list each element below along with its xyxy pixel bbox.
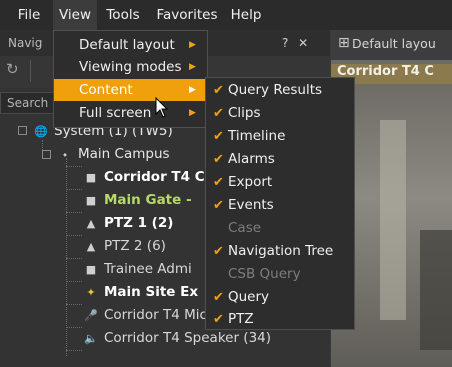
refresh-icon[interactable]: ↻ — [6, 60, 19, 78]
camera-icon: ■ — [85, 263, 97, 276]
tree-item-ptz[interactable]: ▲ PTZ 2 (6) — [84, 235, 166, 257]
map-icon: ✦ — [86, 286, 96, 299]
speaker-icon: 🔈 — [84, 332, 98, 345]
grid-layout-icon: ⊞ — [338, 35, 350, 51]
navigation-pane-title: Navig — [8, 36, 43, 50]
tree-guide — [66, 258, 82, 259]
toolbar-divider — [30, 60, 31, 82]
menu-item-label: Query Results — [228, 82, 323, 98]
menu-help[interactable]: Help — [226, 0, 266, 30]
content-item-query[interactable]: ✔ Query — [206, 286, 354, 309]
menu-item-label: Navigation Tree — [228, 243, 334, 259]
checkmark-icon: ✔ — [213, 290, 224, 305]
content-item-query-results[interactable]: ✔ Query Results — [206, 79, 354, 102]
tree-guide — [66, 212, 82, 213]
collapse-icon[interactable] — [18, 126, 27, 135]
menu-item-label: Query — [228, 289, 270, 305]
tree-guide — [66, 350, 82, 351]
view-menu-item-viewing-modes[interactable]: Viewing modes ▶ — [54, 56, 207, 78]
content-item-ptz[interactable]: ✔ PTZ — [206, 308, 354, 331]
menu-item-label: Events — [228, 197, 274, 213]
menu-item-label: Default layout — [79, 37, 175, 53]
content-item-csb-query: CSB Query — [206, 263, 354, 286]
tree-item-map[interactable]: ✦ Main Site Ex — [84, 281, 198, 303]
menu-item-label: Timeline — [228, 128, 286, 144]
tab-default-layout[interactable]: Default layou — [352, 36, 436, 51]
menu-item-label: Export — [228, 174, 273, 190]
menu-item-label: Viewing modes — [79, 59, 182, 75]
tree-guide — [66, 166, 82, 167]
checkmark-icon: ✔ — [213, 312, 224, 327]
checkmark-icon: ✔ — [213, 244, 224, 259]
content-item-case: Case — [206, 217, 354, 240]
camera-icon: ■ — [85, 194, 97, 207]
tree-item-ptz[interactable]: ▲ PTZ 1 (2) — [84, 212, 174, 234]
submenu-arrow-icon: ▶ — [189, 62, 196, 72]
submenu-arrow-icon: ▶ — [189, 40, 196, 50]
view-menu-dropdown: Default layout ▶ Viewing modes ▶ Content… — [53, 30, 208, 128]
tree-guide — [66, 327, 82, 328]
tree-item-site[interactable]: ⬩ Main Campus — [58, 143, 170, 165]
tree-item-camera[interactable]: ■ Corridor T4 C — [84, 166, 205, 188]
menu-item-label: Content — [79, 82, 133, 98]
tree-item-label: PTZ 1 (2) — [104, 215, 174, 231]
content-item-export[interactable]: ✔ Export — [206, 171, 354, 194]
tree-guide — [66, 235, 82, 236]
video-image-detail — [420, 230, 452, 350]
microphone-icon: 🎤 — [84, 309, 98, 322]
checkmark-icon: ✔ — [213, 198, 224, 213]
network-icon: ⬩ — [63, 148, 67, 161]
view-menu-item-full-screen[interactable]: Full screen ▶ — [54, 102, 207, 124]
content-item-navigation-tree[interactable]: ✔ Navigation Tree — [206, 240, 354, 263]
content-submenu: ✔ Query Results ✔ Clips ✔ Timeline ✔ Ala… — [205, 77, 355, 330]
content-item-alarms[interactable]: ✔ Alarms — [206, 148, 354, 171]
ptz-camera-icon: ▲ — [86, 240, 96, 253]
content-item-timeline[interactable]: ✔ Timeline — [206, 125, 354, 148]
menu-view[interactable]: View — [53, 0, 97, 30]
view-menu-item-content[interactable]: Content ▶ — [54, 79, 207, 101]
menu-item-label: Clips — [228, 105, 261, 121]
pane-actions[interactable]: ? ✕ — [282, 36, 311, 50]
submenu-arrow-icon: ▶ — [189, 108, 196, 118]
checkmark-icon: ✔ — [213, 83, 224, 98]
menu-tools[interactable]: Tools — [100, 0, 146, 30]
collapse-icon[interactable] — [42, 150, 51, 159]
menu-item-label: Case — [228, 220, 262, 236]
menu-item-label: PTZ — [228, 311, 254, 327]
tree-guide — [66, 304, 82, 305]
view-menu-item-default-layout[interactable]: Default layout ▶ — [54, 34, 207, 56]
mouse-cursor-icon — [155, 97, 169, 118]
content-item-clips[interactable]: ✔ Clips — [206, 102, 354, 125]
tree-item-label: Main Campus — [78, 146, 170, 162]
menu-item-label: CSB Query — [228, 266, 301, 282]
tree-item-label: Corridor T4 C — [104, 169, 205, 185]
submenu-arrow-icon: ▶ — [189, 85, 196, 95]
tree-item-camera[interactable]: ■ Trainee Admi — [84, 258, 192, 280]
globe-icon: 🌐 — [34, 125, 48, 138]
tree-item-label: Main Gate - — [104, 192, 192, 208]
menu-item-label: Alarms — [228, 151, 275, 167]
tree-item-label: Main Site Ex — [104, 284, 199, 300]
tree-item-camera[interactable]: ■ Main Gate - — [84, 189, 192, 211]
content-item-events[interactable]: ✔ Events — [206, 194, 354, 217]
camera-icon: ■ — [85, 171, 97, 184]
menu-file[interactable]: File — [10, 0, 48, 30]
tree-item-label: PTZ 2 (6) — [104, 238, 166, 254]
tree-item-label: Corridor T4 Speaker (34) — [104, 330, 272, 346]
tree-item-label: Trainee Admi — [104, 261, 192, 277]
menu-bar: File View Tools Favorites Help — [0, 0, 452, 30]
ptz-camera-icon: ▲ — [86, 217, 96, 230]
tree-guide — [66, 281, 82, 282]
tree-guide — [66, 189, 82, 190]
checkmark-icon: ✔ — [213, 106, 224, 121]
menu-favorites[interactable]: Favorites — [151, 0, 223, 30]
checkmark-icon: ✔ — [213, 129, 224, 144]
checkmark-icon: ✔ — [213, 175, 224, 190]
checkmark-icon: ✔ — [213, 152, 224, 167]
video-image-detail — [380, 120, 406, 320]
menu-item-label: Full screen — [79, 105, 152, 121]
